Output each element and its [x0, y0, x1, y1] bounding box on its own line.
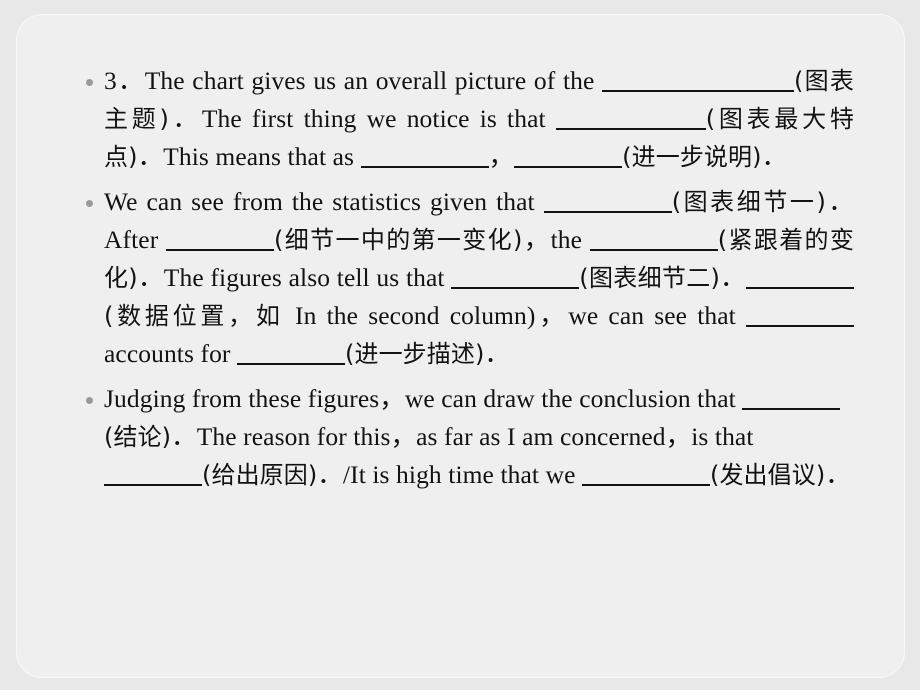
fill-blank[interactable] [581, 465, 710, 486]
text-run: ．The first thing we notice is that [168, 104, 556, 133]
bullet-dot-icon [86, 79, 93, 86]
text-run: ．The reason for this，as far as I am conc… [171, 422, 761, 451]
fill-blank[interactable] [745, 268, 854, 289]
text-run: ．This means that as [137, 142, 361, 171]
fill-blank[interactable] [746, 306, 854, 327]
text-run: ，the [522, 225, 590, 254]
cn-hint-data-position: (数据位置，如 [104, 302, 296, 330]
fill-blank[interactable] [104, 465, 202, 486]
text-run: The chart gives us an overall picture of… [144, 66, 603, 95]
text-run: ．/It is high time that we [317, 460, 582, 489]
cn-hint-further-describe: (进一步描述) [345, 340, 485, 368]
cn-hint-first-change: (细节一中的第一变化) [274, 226, 523, 254]
fill-blank[interactable] [742, 389, 841, 410]
paragraph-overall-picture: 3．The chart gives us an overall picture … [104, 62, 854, 176]
text-run: ． [825, 460, 851, 489]
cn-hint-give-reason: (给出原因) [202, 461, 318, 489]
slide-card: 3．The chart gives us an overall picture … [16, 14, 905, 678]
fill-blank[interactable] [555, 109, 706, 130]
cn-hint-detail-one: (图表细节一) [671, 188, 826, 216]
item-number: 3． [104, 66, 145, 95]
fill-blank[interactable] [237, 344, 345, 365]
slide-content-body: 3．The chart gives us an overall picture … [84, 62, 854, 501]
paragraph-statistics: We can see from the statistics given tha… [104, 183, 854, 373]
text-run: We can see from the statistics given tha… [104, 187, 544, 216]
text-run: accounts for [104, 339, 237, 368]
fill-blank[interactable] [166, 230, 275, 251]
fill-blank[interactable] [360, 147, 489, 168]
paragraph-conclusion: Judging from these figures，we can draw t… [104, 380, 854, 494]
cn-hint-detail-two: (图表细节二) [579, 264, 720, 292]
text-run: ． [719, 263, 746, 292]
fill-blank[interactable] [451, 268, 580, 289]
fill-blank[interactable] [602, 71, 795, 92]
cn-hint-conclusion: (结论) [104, 423, 172, 451]
text-run: ，we can see that [535, 301, 746, 330]
cn-hint-make-proposal: (发出倡议) [709, 461, 826, 489]
text-run: ． [484, 339, 511, 368]
bullet-item-3: 3．The chart gives us an overall picture … [84, 62, 854, 176]
text-run: ．The figures also tell us that [137, 263, 452, 292]
bullet-dot-icon [86, 397, 93, 404]
fill-blank[interactable] [589, 230, 718, 251]
text-run: Judging from these figures，we can draw t… [104, 384, 743, 413]
text-run: ， [488, 142, 515, 171]
text-run: In the second column) [295, 301, 536, 330]
bullet-item-conclusion: Judging from these figures，we can draw t… [84, 380, 854, 494]
text-run: ． [761, 142, 788, 171]
bullet-item-statistics: We can see from the statistics given tha… [84, 183, 854, 373]
fill-blank[interactable] [514, 147, 623, 168]
bullet-dot-icon [86, 200, 93, 207]
fill-blank[interactable] [543, 192, 672, 213]
cn-hint-further-explain: (进一步说明) [622, 143, 762, 171]
